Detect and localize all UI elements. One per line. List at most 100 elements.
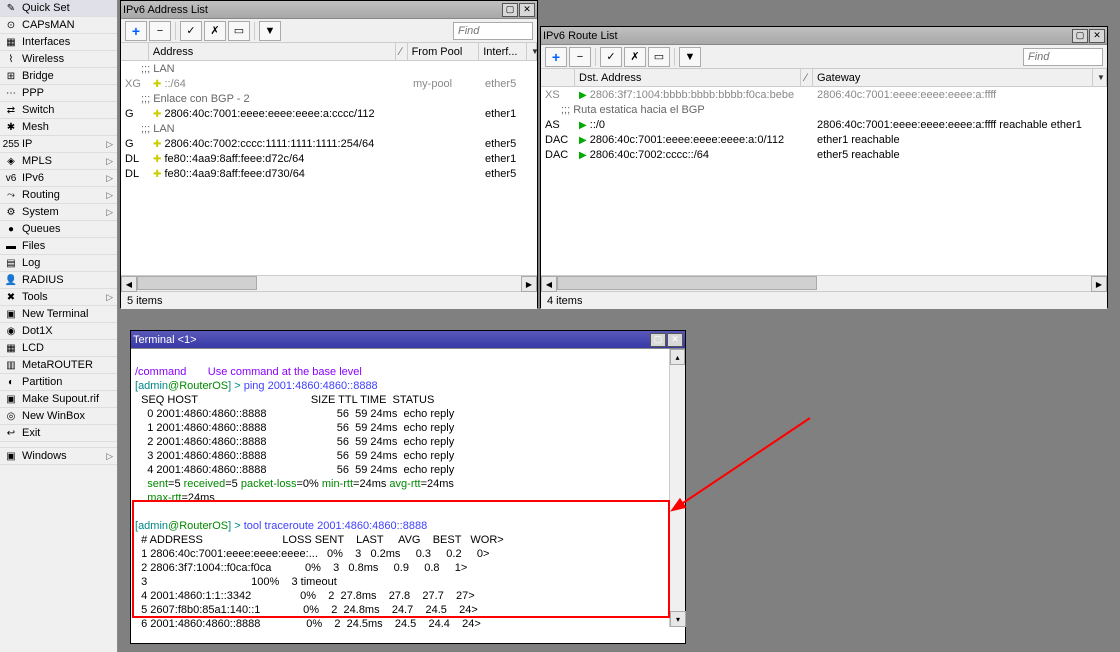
col-interface[interactable]: Interf...	[479, 43, 527, 60]
sidebar-label: Exit	[22, 427, 40, 439]
address-row[interactable]: XG✚ ::/64my-poolether5	[121, 76, 537, 91]
col-dst[interactable]: Dst. Address	[575, 69, 801, 86]
chevron-icon: ▷	[106, 139, 113, 150]
add-button[interactable]: +	[125, 21, 147, 41]
flags-cell: DAC	[541, 134, 575, 146]
vertical-scrollbar[interactable]: ▴ ▾	[669, 349, 685, 627]
sidebar-item-bridge[interactable]: ⊞Bridge	[0, 68, 117, 85]
enable-button[interactable]: ✓	[600, 47, 622, 67]
flags-cell: DAC	[541, 149, 575, 161]
sidebar-label: Make Supout.rif	[22, 393, 99, 405]
col-gateway[interactable]: Gateway	[813, 69, 1093, 86]
sidebar-item-new-winbox[interactable]: ◎New WinBox	[0, 408, 117, 425]
grid-header[interactable]: Dst. Address ∕ Gateway ▼	[541, 69, 1107, 87]
scroll-left-icon[interactable]: ◀	[121, 276, 137, 292]
horizontal-scrollbar[interactable]: ◀ ▶	[121, 275, 537, 291]
comment-button[interactable]: ▭	[648, 47, 670, 67]
sidebar-item-ppp[interactable]: ⋯PPP	[0, 85, 117, 102]
disable-button[interactable]: ✗	[204, 21, 226, 41]
sidebar-item-system[interactable]: ⚙System▷	[0, 204, 117, 221]
minimize-button[interactable]: ▢	[650, 333, 666, 347]
sidebar-item-queues[interactable]: ●Queues	[0, 221, 117, 238]
sidebar-item-mesh[interactable]: ✱Mesh	[0, 119, 117, 136]
minimize-button[interactable]: ▢	[502, 3, 518, 17]
sidebar-item-ipv6[interactable]: v6IPv6▷	[0, 170, 117, 187]
col-address[interactable]: Address	[149, 43, 396, 60]
dropdown-icon: ▼	[531, 47, 537, 56]
col-flags[interactable]	[121, 43, 149, 60]
sidebar-item-exit[interactable]: ↩Exit	[0, 425, 117, 442]
titlebar[interactable]: Terminal <1> ▢ ✕	[131, 331, 685, 349]
route-row[interactable]: DAC▶ 2806:40c:7002:cccc::/64ether5 reach…	[541, 147, 1107, 162]
address-row[interactable]: DL✚ fe80::4aa9:8aff:feee:d72c/64ether1	[121, 151, 537, 166]
remove-button[interactable]: −	[149, 21, 171, 41]
menu-icon: ▦	[4, 341, 18, 355]
menu-icon: ⌇	[4, 52, 18, 66]
sidebar-item-metarouter[interactable]: ▥MetaROUTER	[0, 357, 117, 374]
menu-icon: ●	[4, 222, 18, 236]
scroll-down-icon[interactable]: ▾	[670, 611, 686, 627]
close-button[interactable]: ✕	[519, 3, 535, 17]
sidebar-windows-label: Windows	[22, 450, 67, 462]
sidebar-label: PPP	[22, 87, 44, 99]
grid-header[interactable]: Address ∕ From Pool Interf... ▼	[121, 43, 537, 61]
enable-button[interactable]: ✓	[180, 21, 202, 41]
horizontal-scrollbar[interactable]: ◀ ▶	[541, 275, 1107, 291]
filter-button[interactable]: ▼	[679, 47, 701, 67]
sidebar-item-switch[interactable]: ⇄Switch	[0, 102, 117, 119]
sidebar-item-mpls[interactable]: ◈MPLS▷	[0, 153, 117, 170]
section-row: ;;; Ruta estatica hacia el BGP	[541, 102, 1107, 117]
remove-button[interactable]: −	[569, 47, 591, 67]
sidebar-label: Mesh	[22, 121, 49, 133]
scroll-right-icon[interactable]: ▶	[1091, 276, 1107, 292]
scroll-left-icon[interactable]: ◀	[541, 276, 557, 292]
route-row[interactable]: XS▶ 2806:3f7:1004:bbbb:bbbb:bbbb:f0ca:be…	[541, 87, 1107, 102]
ping-header: SEQ HOST SIZE TTL TIME STATUS	[135, 394, 434, 406]
trace-command: tool traceroute 2001:4860:4860::8888	[244, 520, 427, 532]
col-from-pool[interactable]: From Pool	[408, 43, 480, 60]
titlebar[interactable]: IPv6 Address List ▢ ✕	[121, 1, 537, 19]
sidebar-item-tools[interactable]: ✖Tools▷	[0, 289, 117, 306]
terminal-output[interactable]: /command Use command at the base level […	[131, 349, 685, 643]
status-bar: 4 items	[541, 291, 1107, 309]
sidebar-item-new-terminal[interactable]: ▣New Terminal	[0, 306, 117, 323]
find-input[interactable]	[453, 22, 533, 40]
address-row[interactable]: G✚ 2806:40c:7001:eeee:eeee:eeee:a:cccc/1…	[121, 106, 537, 121]
flags-cell: XS	[541, 89, 575, 101]
sidebar-item-log[interactable]: ▤Log	[0, 255, 117, 272]
sidebar-item-ip[interactable]: 255IP▷	[0, 136, 117, 153]
sidebar-item-quick-set[interactable]: ✎Quick Set	[0, 0, 117, 17]
sidebar-windows[interactable]: ▣ Windows ▷	[0, 448, 117, 465]
address-row[interactable]: DL✚ fe80::4aa9:8aff:feee:d730/64ether5	[121, 166, 537, 181]
route-row[interactable]: AS▶ ::/02806:40c:7001:eeee:eeee:eeee:a:f…	[541, 117, 1107, 132]
sidebar-item-capsman[interactable]: ⊙CAPsMAN	[0, 17, 117, 34]
close-button[interactable]: ✕	[667, 333, 683, 347]
sidebar-item-files[interactable]: ▬Files	[0, 238, 117, 255]
sidebar-item-partition[interactable]: ◐Partition	[0, 374, 117, 391]
sidebar-item-routing[interactable]: ⤳Routing▷	[0, 187, 117, 204]
terminal-window: Terminal <1> ▢ ✕ /command Use command at…	[130, 330, 686, 644]
route-row[interactable]: DAC▶ 2806:40c:7001:eeee:eeee:eeee:a:0/11…	[541, 132, 1107, 147]
gw-cell: ether5 reachable	[813, 149, 1103, 161]
address-row[interactable]: G✚ 2806:40c:7002:cccc:1111:1111:1111:254…	[121, 136, 537, 151]
titlebar[interactable]: IPv6 Route List ▢ ✕	[541, 27, 1107, 45]
minimize-button[interactable]: ▢	[1072, 29, 1088, 43]
sidebar-item-wireless[interactable]: ⌇Wireless	[0, 51, 117, 68]
scroll-right-icon[interactable]: ▶	[521, 276, 537, 292]
filter-button[interactable]: ▼	[259, 21, 281, 41]
close-button[interactable]: ✕	[1089, 29, 1105, 43]
sidebar-item-interfaces[interactable]: ▦Interfaces	[0, 34, 117, 51]
sidebar-item-dot1x[interactable]: ◉Dot1X	[0, 323, 117, 340]
disable-button[interactable]: ✗	[624, 47, 646, 67]
col-flags[interactable]	[541, 69, 575, 86]
pool-cell: my-pool	[409, 78, 481, 90]
sidebar-item-make-supout.rif[interactable]: ▣Make Supout.rif	[0, 391, 117, 408]
find-input[interactable]	[1023, 48, 1103, 66]
sidebar-item-lcd[interactable]: ▦LCD	[0, 340, 117, 357]
sidebar-item-radius[interactable]: 👤RADIUS	[0, 272, 117, 289]
comment-button[interactable]: ▭	[228, 21, 250, 41]
ping-stats: sent=5 received=5 packet-loss=0% min-rtt…	[135, 478, 454, 490]
add-button[interactable]: +	[545, 47, 567, 67]
ping-command: ping 2001:4860:4860::8888	[244, 380, 378, 392]
scroll-up-icon[interactable]: ▴	[670, 349, 685, 365]
